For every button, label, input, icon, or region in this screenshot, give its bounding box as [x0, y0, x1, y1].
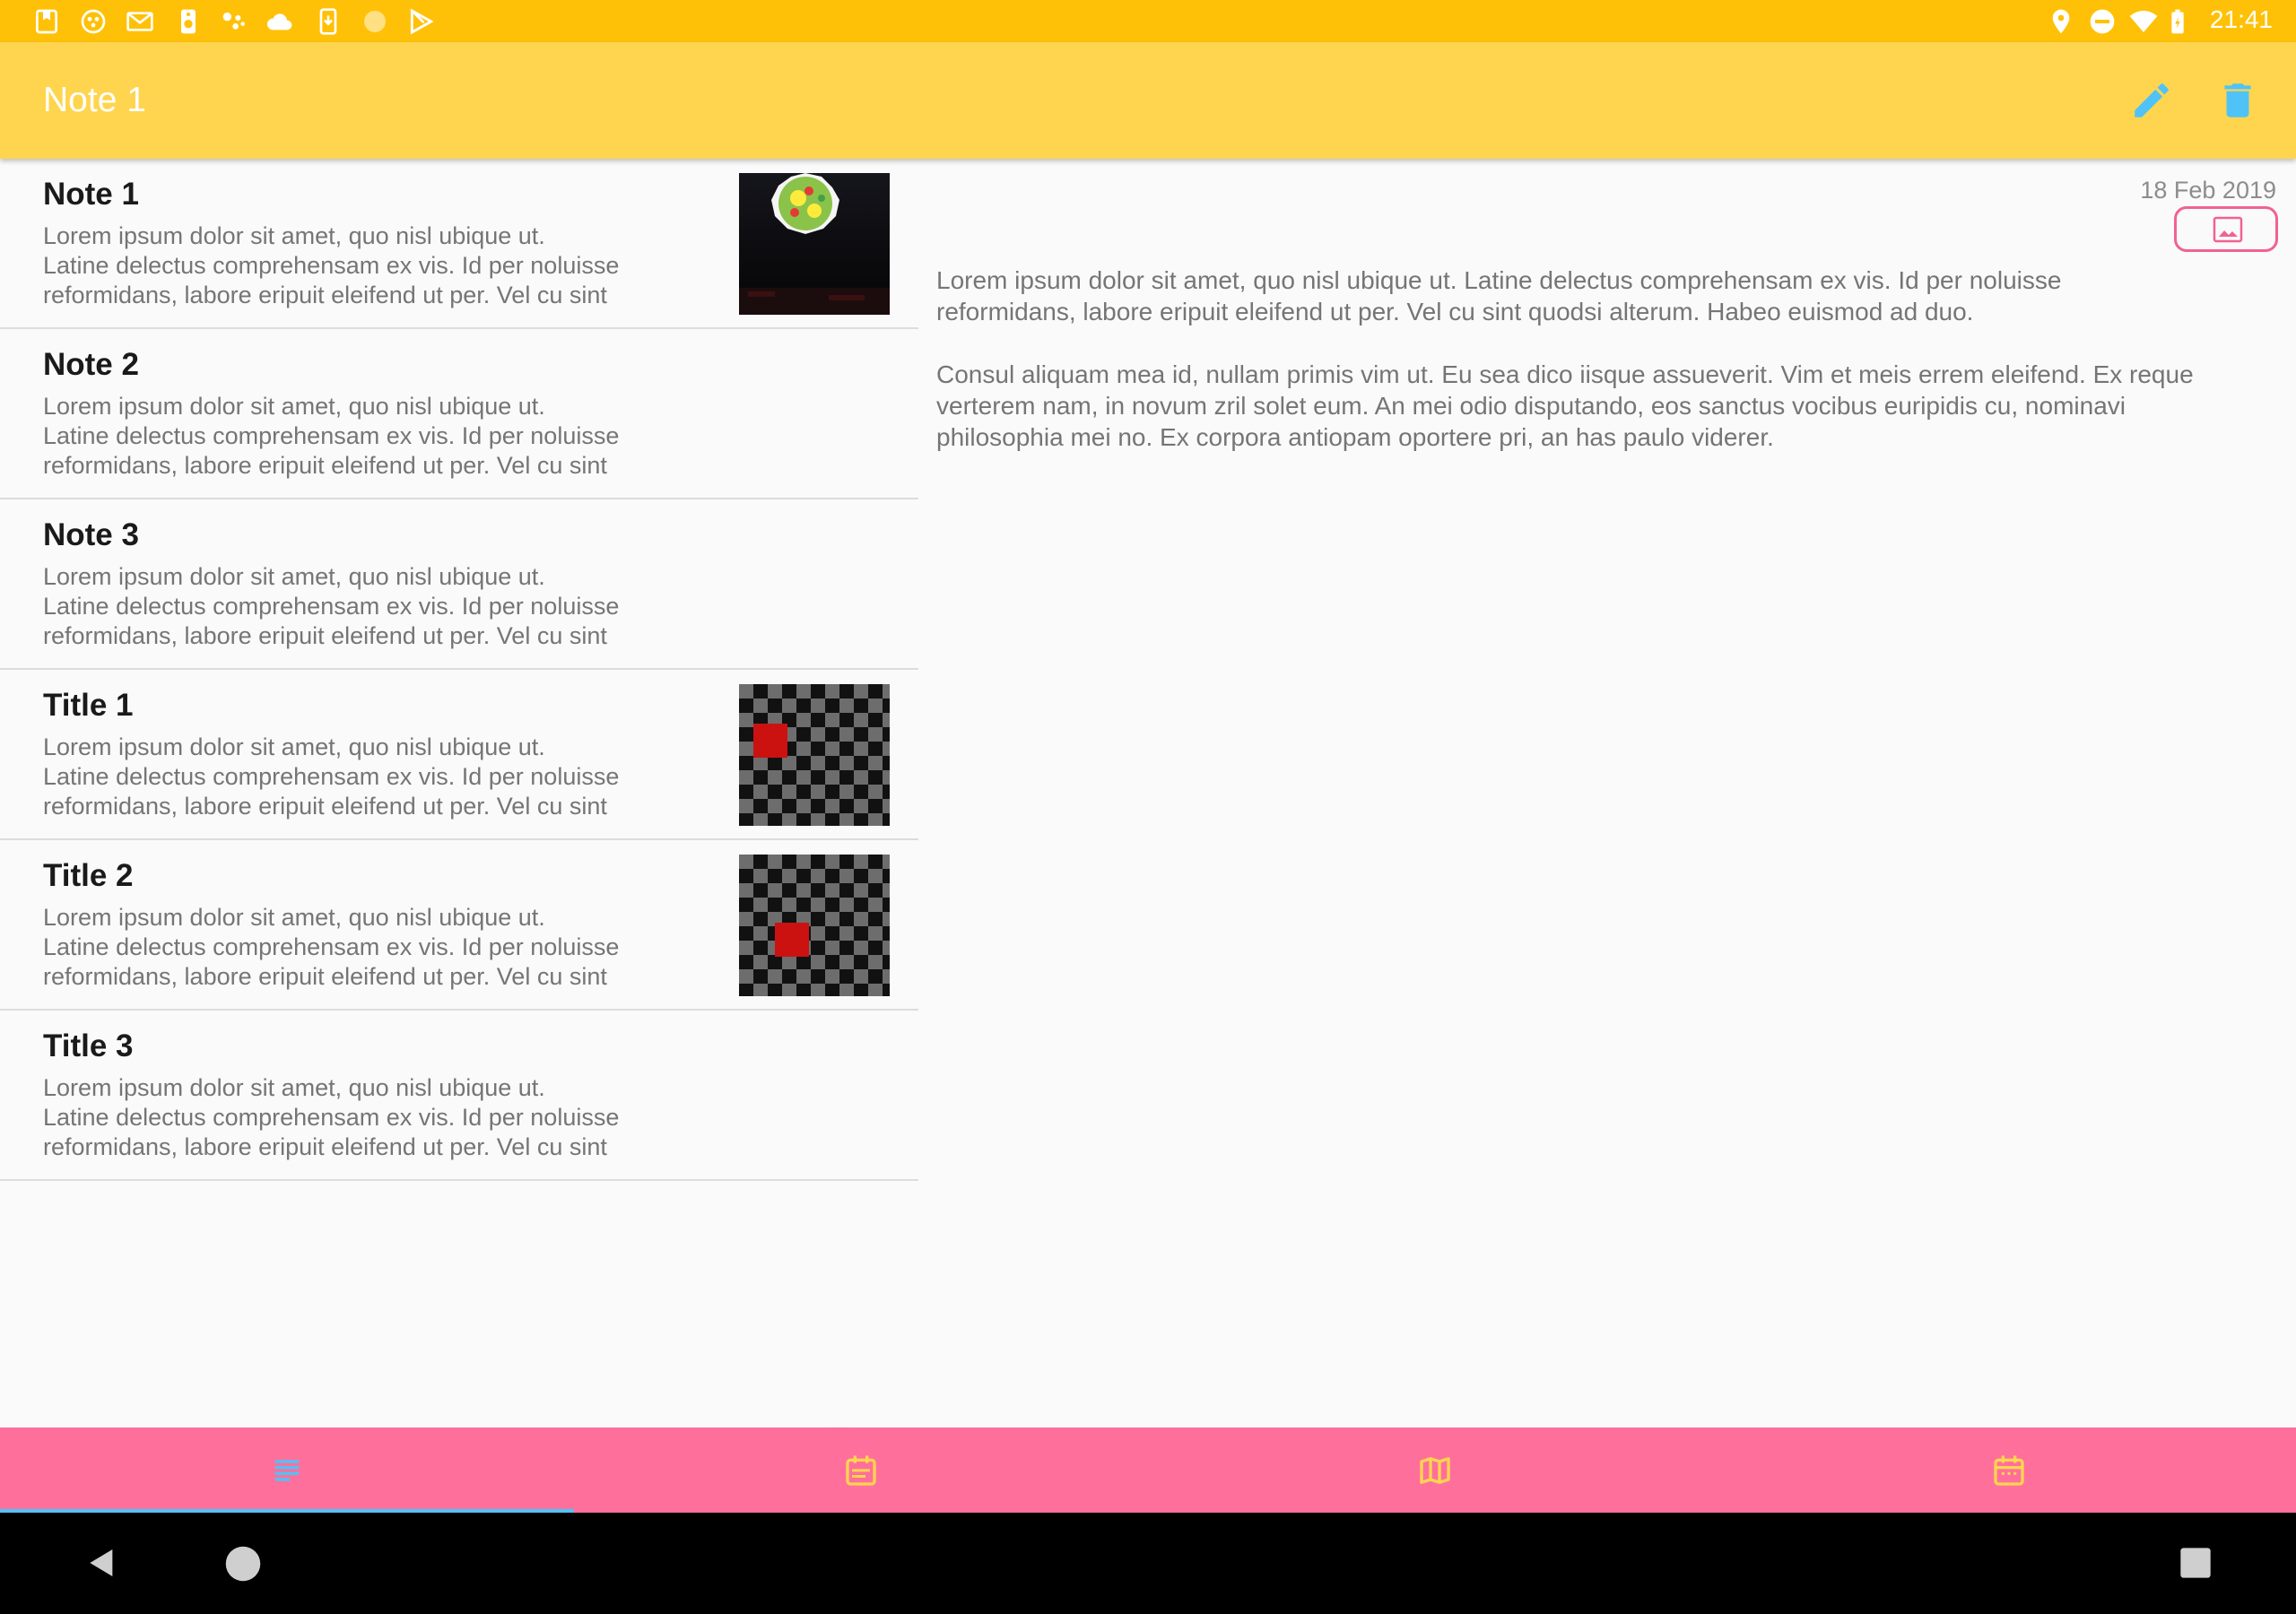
delete-icon: [2224, 83, 2251, 117]
edit-icon: [2135, 83, 2169, 117]
note-title: Title 1: [43, 688, 134, 723]
delete-button[interactable]: [2215, 78, 2260, 123]
note-list-item[interactable]: Title 1 Lorem ipsum dolor sit amet, quo …: [0, 670, 918, 840]
calendar-icon: [1994, 1455, 2024, 1486]
system-navigation-bar: [0, 1513, 2296, 1614]
edit-button[interactable]: [2129, 78, 2174, 123]
note-list-item[interactable]: Note 2 Lorem ipsum dolor sit amet, quo n…: [0, 329, 918, 499]
gmail-icon: [126, 7, 154, 36]
note-title: Note 3: [43, 517, 139, 552]
note-title: Note 1: [43, 177, 139, 212]
note-thumbnail: [739, 855, 890, 996]
assistant-icon: [219, 7, 248, 36]
play-store-icon: [407, 7, 436, 36]
back-icon[interactable]: [83, 1545, 118, 1581]
note-thumbnail: [739, 684, 890, 826]
tab-map[interactable]: [1148, 1427, 1722, 1513]
note-preview: Lorem ipsum dolor sit amet, quo nisl ubi…: [43, 733, 620, 820]
tab-notes[interactable]: [0, 1427, 574, 1513]
calendar-note-icon: [846, 1455, 876, 1486]
bookmark-icon: [32, 7, 61, 36]
home-icon[interactable]: [224, 1545, 262, 1583]
recents-icon[interactable]: [2178, 1545, 2213, 1581]
map-icon: [1420, 1457, 1450, 1484]
note-title: Title 3: [43, 1028, 134, 1063]
notes-list: Note 1 Lorem ipsum dolor sit amet, quo n…: [0, 159, 918, 1528]
dnd-icon: [2088, 7, 2117, 36]
note-paragraph: Consul aliquam mea id, nullam primis vim…: [936, 360, 2194, 451]
note-preview: Lorem ipsum dolor sit amet, quo nisl ubi…: [43, 563, 620, 649]
cloud-icon: [265, 7, 294, 36]
app-bar: Note 1: [0, 42, 2296, 159]
phone-icon: [314, 7, 343, 36]
image-icon: [2213, 216, 2243, 243]
note-thumbnail: [739, 173, 890, 315]
note-paragraph: Lorem ipsum dolor sit amet, quo nisl ubi…: [936, 266, 2062, 325]
note-preview: Lorem ipsum dolor sit amet, quo nisl ubi…: [43, 1074, 620, 1160]
note-detail: 18 Feb 2019 Lorem ipsum dolor sit amet, …: [918, 159, 2296, 1427]
status-bar: 21:41: [0, 0, 2296, 42]
location-icon: [2047, 7, 2075, 36]
tab-calendar-notes[interactable]: [574, 1427, 1148, 1513]
badge-icon: [79, 7, 108, 36]
note-list-item[interactable]: Note 1 Lorem ipsum dolor sit amet, quo n…: [0, 159, 918, 329]
attach-image-button[interactable]: [2174, 206, 2278, 252]
note-list-item[interactable]: Title 3 Lorem ipsum dolor sit amet, quo …: [0, 1011, 918, 1181]
note-date: 18 Feb 2019: [2140, 177, 2276, 204]
page-title: Note 1: [43, 81, 146, 119]
note-preview: Lorem ipsum dolor sit amet, quo nisl ubi…: [43, 393, 620, 479]
speaker-icon: [174, 7, 203, 36]
note-preview: Lorem ipsum dolor sit amet, quo nisl ubi…: [43, 904, 620, 990]
circle-icon: [361, 7, 389, 36]
battery-icon: [2163, 7, 2192, 36]
note-preview: Lorem ipsum dolor sit amet, quo nisl ubi…: [43, 222, 620, 308]
notes-list-icon: [274, 1460, 300, 1481]
wifi-icon: [2129, 7, 2158, 36]
tab-calendar[interactable]: [1722, 1427, 2296, 1513]
note-title: Title 2: [43, 858, 134, 893]
status-time: 21:41: [2209, 5, 2273, 33]
note-title: Note 2: [43, 347, 139, 382]
bottom-navigation: [0, 1427, 2296, 1513]
note-list-item[interactable]: Title 2 Lorem ipsum dolor sit amet, quo …: [0, 840, 918, 1011]
note-list-item[interactable]: Note 3 Lorem ipsum dolor sit amet, quo n…: [0, 499, 918, 670]
